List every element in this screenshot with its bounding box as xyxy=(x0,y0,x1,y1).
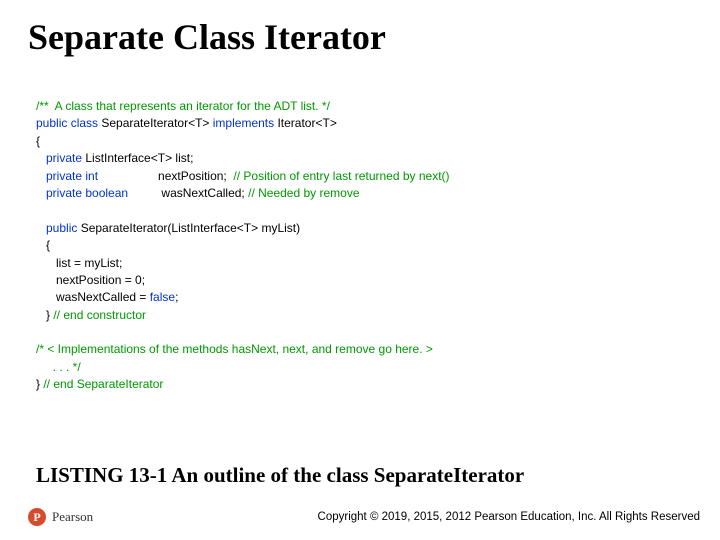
logo-text: Pearson xyxy=(52,509,93,525)
code-text: SeparateIterator(ListInterface<T> myList… xyxy=(77,221,300,235)
code-comment: . . . */ xyxy=(36,360,81,374)
copyright-text: Copyright © 2019, 2015, 2012 Pearson Edu… xyxy=(318,511,700,523)
code-text: nextPosition = 0; xyxy=(36,273,145,287)
code-keyword: public class xyxy=(36,116,98,130)
code-keyword: private boolean xyxy=(36,186,128,200)
code-text: wasNextCalled; xyxy=(128,186,248,200)
code-comment: /** A class that represents an iterator … xyxy=(36,99,330,113)
code-comment: // end constructor xyxy=(53,308,146,322)
code-comment: // Needed by remove xyxy=(248,186,359,200)
code-comment: // Position of entry last returned by ne… xyxy=(233,169,449,183)
slide: Separate Class Iterator /** A class that… xyxy=(0,0,720,540)
listing-caption: LISTING 13-1 An outline of the class Sep… xyxy=(36,463,696,488)
publisher-logo: P Pearson xyxy=(28,508,93,526)
code-keyword: private int xyxy=(36,169,98,183)
code-text: ListInterface<T> list; xyxy=(82,151,193,165)
code-blank xyxy=(36,203,39,217)
code-text: Iterator<T> xyxy=(274,116,337,130)
code-keyword: false xyxy=(150,290,175,304)
code-text: { xyxy=(36,238,50,252)
code-text: wasNextCalled = xyxy=(36,290,150,304)
code-blank xyxy=(36,325,39,339)
code-keyword: public xyxy=(36,221,77,235)
logo-mark-icon: P xyxy=(28,508,46,526)
code-comment: // end SeparateIterator xyxy=(43,377,163,391)
code-keyword: implements xyxy=(213,116,274,130)
code-comment: /* < Implementations of the methods hasN… xyxy=(36,342,433,356)
code-text: ; xyxy=(175,290,178,304)
code-text: list = myList; xyxy=(36,256,122,270)
page-title: Separate Class Iterator xyxy=(28,16,692,58)
code-keyword: private xyxy=(36,151,82,165)
code-text: nextPosition; xyxy=(98,169,233,183)
code-listing: /** A class that represents an iterator … xyxy=(36,98,692,394)
footer: P Pearson Copyright © 2019, 2015, 2012 P… xyxy=(28,508,700,526)
code-text: SeparateIterator<T> xyxy=(98,116,213,130)
code-text: } xyxy=(36,308,53,322)
code-text: { xyxy=(36,134,40,148)
